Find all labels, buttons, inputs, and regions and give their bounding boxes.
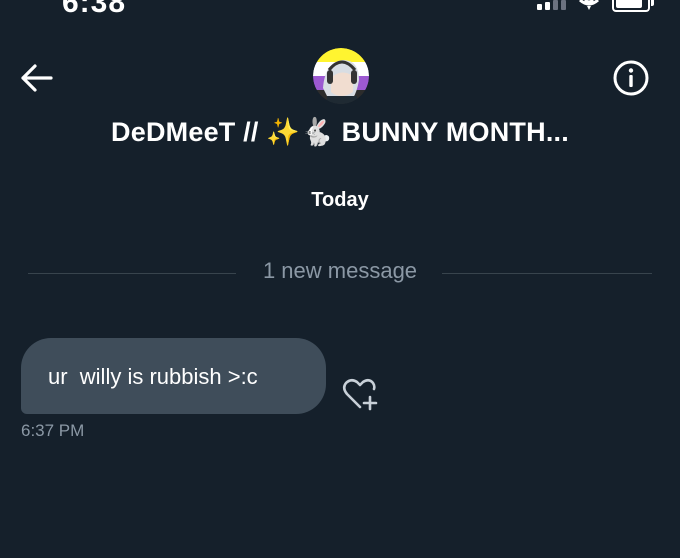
conversation-info-button[interactable] [612, 59, 650, 97]
add-reaction-button[interactable] [340, 375, 382, 413]
new-message-divider: 1 new message [262, 258, 418, 283]
message-timestamp: 6:37 PM [21, 421, 85, 440]
status-icons [537, 0, 654, 12]
avatar[interactable] [313, 48, 369, 104]
date-separator: Today [311, 189, 369, 211]
battery-icon [612, 0, 654, 12]
cellular-signal-icon [537, 0, 566, 10]
dm-conversation-screen: 6:38 DeDMeeT // ✨🐇 BUNNY MONTH... Today … [0, 0, 680, 558]
divider-right [442, 273, 652, 274]
message-bubble[interactable]: ur willy is rubbish >:c [21, 338, 326, 414]
status-time: 6:38 [62, 0, 127, 19]
wifi-icon [579, 0, 599, 10]
arrow-left-icon [21, 64, 53, 92]
info-circle-icon [613, 60, 649, 96]
heart-plus-icon [342, 378, 378, 411]
conversation-title[interactable]: DeDMeeT // ✨🐇 BUNNY MONTH... [0, 116, 680, 148]
back-button[interactable] [18, 60, 54, 96]
